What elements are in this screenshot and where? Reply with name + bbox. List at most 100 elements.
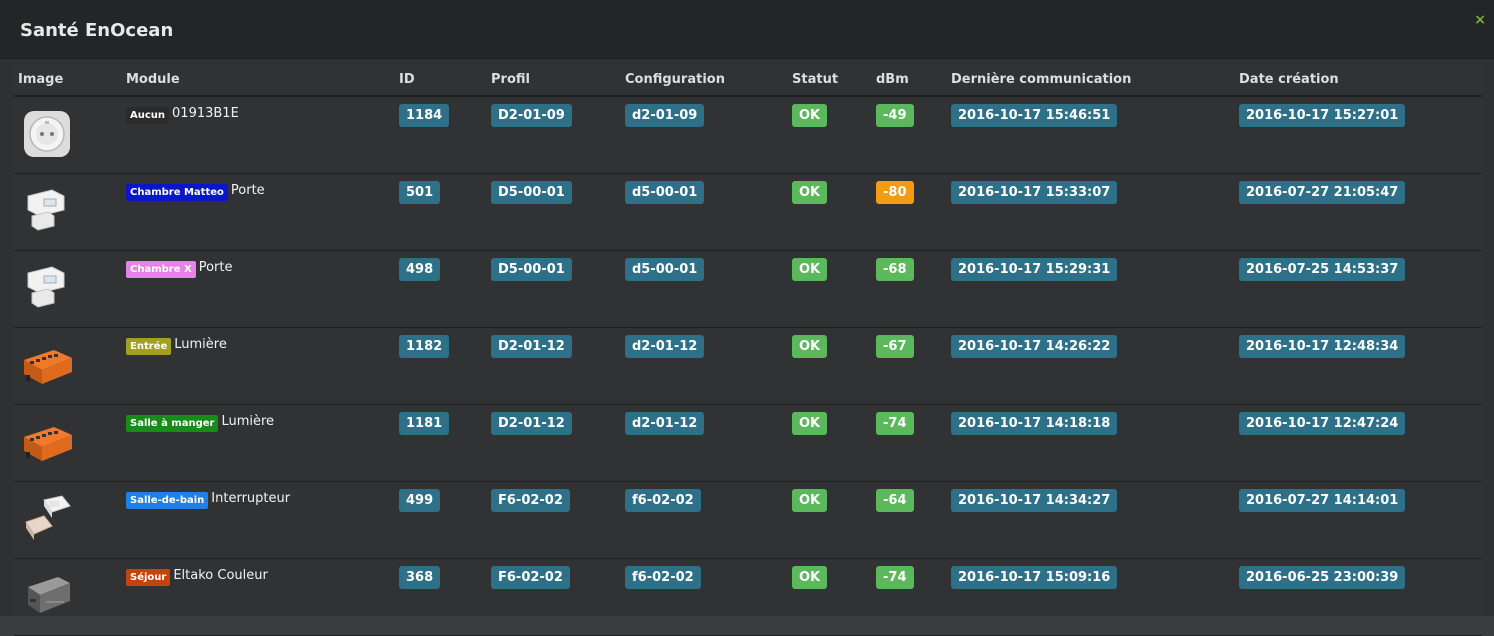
profil-cell: F6-02-02 <box>487 558 621 636</box>
last-communication-cell: 2016-10-17 14:34:27 <box>947 481 1235 559</box>
module-cell: Chambre X Porte <box>122 250 395 328</box>
column-header-dbm[interactable]: dBm <box>872 64 947 97</box>
id-badge: 501 <box>399 181 441 204</box>
close-icon[interactable]: × <box>1474 12 1486 28</box>
configuration-badge: d5-00-01 <box>625 258 705 281</box>
device-image-cell <box>14 250 122 328</box>
creation-date-cell: 2016-06-25 23:00:39 <box>1235 558 1482 636</box>
module-name[interactable]: Porte <box>231 183 265 198</box>
creation-date-cell: 2016-07-27 14:14:01 <box>1235 481 1482 559</box>
modal-title: Santé EnOcean <box>20 20 174 41</box>
enocean-health-modal: Santé EnOcean × Image Module ID Profil Confi… <box>0 0 1494 636</box>
object-badge[interactable]: Chambre X <box>126 261 196 278</box>
object-badge[interactable]: Salle-de-bain <box>126 492 209 509</box>
creation-date-cell: 2016-10-17 15:27:01 <box>1235 96 1482 174</box>
id-cell: 501 <box>395 173 487 251</box>
statut-cell: OK <box>788 173 872 251</box>
configuration-badge: f6-02-02 <box>625 566 701 589</box>
profil-badge: F6-02-02 <box>491 489 570 512</box>
dbm-cell: -68 <box>872 250 947 328</box>
id-badge: 368 <box>399 566 441 589</box>
profil-badge: D2-01-09 <box>491 104 572 127</box>
profil-badge: D2-01-12 <box>491 335 572 358</box>
object-badge[interactable]: Séjour <box>126 569 171 586</box>
modal-body: Image Module ID Profil Configuration Statut dB… <box>14 64 1482 636</box>
last-communication-badge: 2016-10-17 14:26:22 <box>951 335 1118 358</box>
dbm-badge: -74 <box>876 566 914 589</box>
table-header: Image Module ID Profil Configuration Statut dB… <box>14 64 1482 97</box>
module-cell: Aucun 01913B1E <box>122 96 395 174</box>
wall-socket-plug-image <box>18 103 122 163</box>
id-badge: 1182 <box>399 335 450 358</box>
eltako-module-image <box>18 565 122 625</box>
configuration-cell: d2-01-09 <box>621 96 788 174</box>
creation-date-badge: 2016-07-27 21:05:47 <box>1239 181 1406 204</box>
health-table: Image Module ID Profil Configuration Statut dB… <box>14 64 1482 636</box>
dbm-badge: -64 <box>876 489 914 512</box>
last-communication-badge: 2016-10-17 15:09:16 <box>951 566 1118 589</box>
column-header-image[interactable]: Image <box>14 64 122 97</box>
creation-date-badge: 2016-07-27 14:14:01 <box>1239 489 1406 512</box>
dbm-badge: -49 <box>876 104 914 127</box>
last-communication-badge: 2016-10-17 15:46:51 <box>951 104 1118 127</box>
column-header-derniere-communication[interactable]: Dernière communication <box>947 64 1235 97</box>
table-row: Salle-de-bain Interrupteur 499 F6-02-02 f6-0… <box>14 481 1482 559</box>
statut-cell: OK <box>788 481 872 559</box>
dbm-badge: -68 <box>876 258 914 281</box>
object-badge[interactable]: Chambre Matteo <box>126 184 228 201</box>
statut-cell: OK <box>788 327 872 405</box>
column-header-date-creation[interactable]: Date création <box>1235 64 1482 97</box>
status-badge: OK <box>792 181 828 204</box>
configuration-cell: d5-00-01 <box>621 250 788 328</box>
configuration-badge: f6-02-02 <box>625 489 701 512</box>
object-badge[interactable]: Aucun <box>126 107 170 124</box>
profil-cell: D5-00-01 <box>487 250 621 328</box>
configuration-badge: d2-01-09 <box>625 104 705 127</box>
last-communication-cell: 2016-10-17 15:46:51 <box>947 96 1235 174</box>
id-cell: 499 <box>395 481 487 559</box>
last-communication-badge: 2016-10-17 15:33:07 <box>951 181 1118 204</box>
module-name[interactable]: Porte <box>199 260 233 275</box>
last-communication-cell: 2016-10-17 15:33:07 <box>947 173 1235 251</box>
table-row: Chambre X Porte 498 D5-00-01 d5-00-01 OK -68 20… <box>14 250 1482 328</box>
wall-switch-image <box>18 488 122 548</box>
column-header-profil[interactable]: Profil <box>487 64 621 97</box>
device-image-cell <box>14 558 122 636</box>
column-header-module[interactable]: Module <box>122 64 395 97</box>
table-row: Salle à manger Lumière 1181 D2-01-12 d2-01-1… <box>14 404 1482 482</box>
id-cell: 498 <box>395 250 487 328</box>
module-name[interactable]: 01913B1E <box>172 106 239 121</box>
statut-cell: OK <box>788 558 872 636</box>
dbm-badge: -67 <box>876 335 914 358</box>
profil-cell: F6-02-02 <box>487 481 621 559</box>
profil-cell: D2-01-12 <box>487 404 621 482</box>
object-badge[interactable]: Entrée <box>126 338 172 355</box>
object-badge[interactable]: Salle à manger <box>126 415 219 432</box>
table-row: Entrée Lumière 1182 D2-01-12 d2-01-12 OK -67 20… <box>14 327 1482 405</box>
id-cell: 1181 <box>395 404 487 482</box>
configuration-cell: f6-02-02 <box>621 481 788 559</box>
status-badge: OK <box>792 566 828 589</box>
din-rail-actuator-image <box>18 334 122 394</box>
column-header-configuration[interactable]: Configuration <box>621 64 788 97</box>
table-body: Aucun 01913B1E 1184 D2-01-09 d2-01-09 OK -49 20… <box>14 96 1482 636</box>
module-name[interactable]: Interrupteur <box>211 491 290 506</box>
device-image-cell <box>14 404 122 482</box>
door-contact-sensor-image <box>18 180 122 240</box>
last-communication-cell: 2016-10-17 15:09:16 <box>947 558 1235 636</box>
module-name[interactable]: Lumière <box>221 414 274 429</box>
profil-badge: D5-00-01 <box>491 181 572 204</box>
last-communication-cell: 2016-10-17 14:18:18 <box>947 404 1235 482</box>
statut-cell: OK <box>788 404 872 482</box>
creation-date-badge: 2016-07-25 14:53:37 <box>1239 258 1406 281</box>
module-name[interactable]: Eltako Couleur <box>173 568 268 583</box>
module-cell: Chambre Matteo Porte <box>122 173 395 251</box>
id-cell: 1184 <box>395 96 487 174</box>
column-header-statut[interactable]: Statut <box>788 64 872 97</box>
column-header-id[interactable]: ID <box>395 64 487 97</box>
module-name[interactable]: Lumière <box>174 337 227 352</box>
profil-cell: D5-00-01 <box>487 173 621 251</box>
dbm-cell: -49 <box>872 96 947 174</box>
id-cell: 1182 <box>395 327 487 405</box>
module-cell: Salle-de-bain Interrupteur <box>122 481 395 559</box>
